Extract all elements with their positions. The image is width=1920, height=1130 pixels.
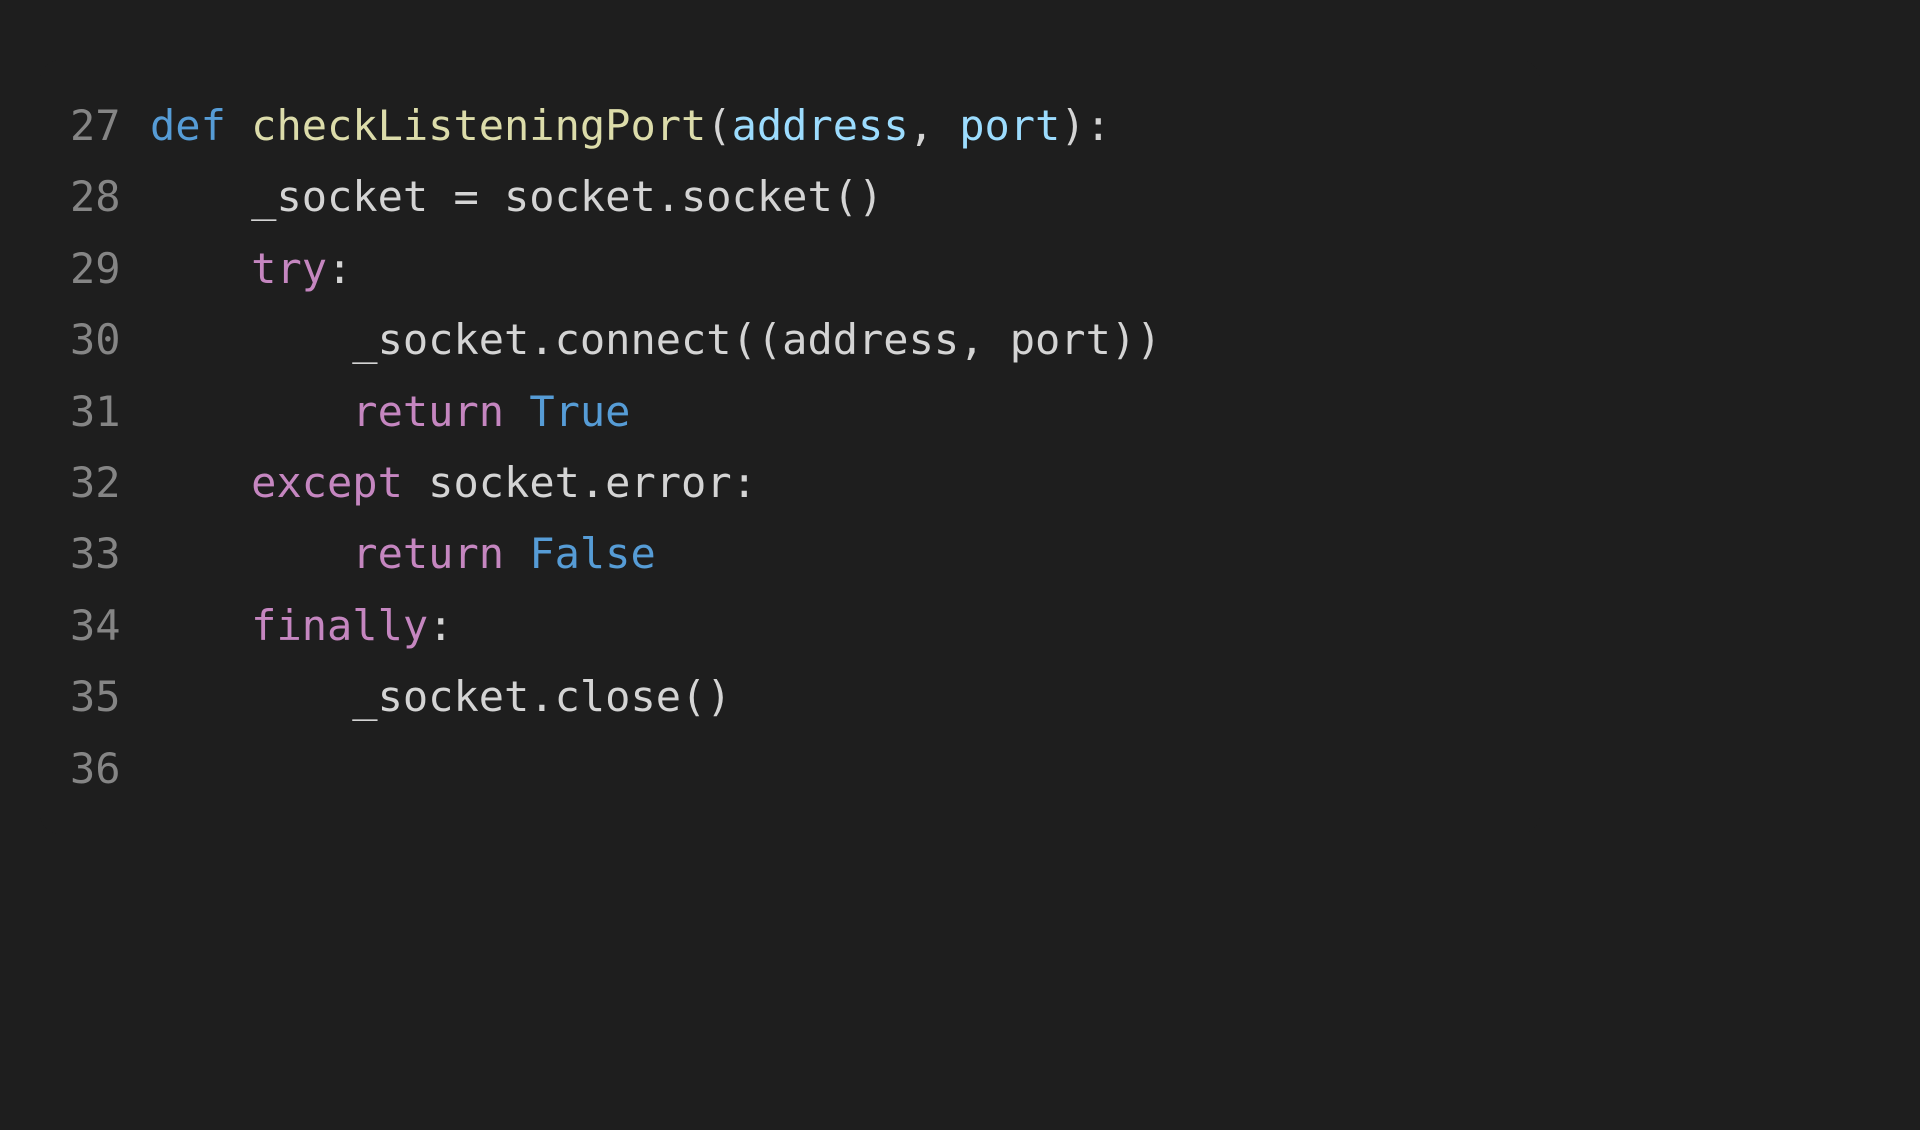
code-content[interactable]: _socket.connect((address, port)) [150, 304, 1161, 375]
code-line[interactable]: 31 return True [70, 376, 1490, 447]
line-number: 32 [70, 447, 150, 518]
code-content[interactable]: _socket = socket.socket() [150, 161, 883, 232]
code-line[interactable]: 36 [70, 733, 1490, 804]
code-content[interactable]: finally: [150, 590, 453, 661]
line-number: 28 [70, 161, 150, 232]
code-line[interactable]: 28 _socket = socket.socket() [70, 161, 1490, 232]
line-number: 34 [70, 590, 150, 661]
line-number: 27 [70, 90, 150, 161]
code-content[interactable]: return True [150, 376, 630, 447]
token: address [732, 101, 909, 150]
code-content[interactable]: return False [150, 518, 656, 589]
code-editor[interactable]: 27def checkListeningPort(address, port):… [40, 60, 1540, 834]
line-number: 31 [70, 376, 150, 447]
code-line[interactable]: 30 _socket.connect((address, port)) [70, 304, 1490, 375]
code-line[interactable]: 27def checkListeningPort(address, port): [70, 90, 1490, 161]
code-content[interactable]: def checkListeningPort(address, port): [150, 90, 1111, 161]
token: , [909, 101, 960, 150]
token: socket.error: [428, 458, 757, 507]
token: _socket.connect((address, port)) [352, 315, 1161, 364]
line-number: 30 [70, 304, 150, 375]
token: _socket = socket.socket() [251, 172, 883, 221]
token: port [959, 101, 1060, 150]
token: : [428, 601, 453, 650]
token: def [150, 101, 251, 150]
token: ( [706, 101, 731, 150]
code-content[interactable]: try: [150, 233, 352, 304]
token: try [251, 244, 327, 293]
token: except [251, 458, 428, 507]
token: ): [1060, 101, 1111, 150]
token: False [529, 529, 655, 578]
token: return [352, 529, 529, 578]
line-number: 33 [70, 518, 150, 589]
line-number: 35 [70, 661, 150, 732]
token: True [529, 387, 630, 436]
code-line[interactable]: 34 finally: [70, 590, 1490, 661]
token: _socket.close() [352, 672, 731, 721]
token: checkListeningPort [251, 101, 706, 150]
code-line[interactable]: 29 try: [70, 233, 1490, 304]
code-line[interactable]: 32 except socket.error: [70, 447, 1490, 518]
code-line[interactable]: 35 _socket.close() [70, 661, 1490, 732]
line-number: 29 [70, 233, 150, 304]
token: return [352, 387, 529, 436]
code-content[interactable]: _socket.close() [150, 661, 732, 732]
token: finally [251, 601, 428, 650]
line-number: 36 [70, 733, 150, 804]
code-line[interactable]: 33 return False [70, 518, 1490, 589]
token: : [327, 244, 352, 293]
code-content[interactable]: except socket.error: [150, 447, 757, 518]
